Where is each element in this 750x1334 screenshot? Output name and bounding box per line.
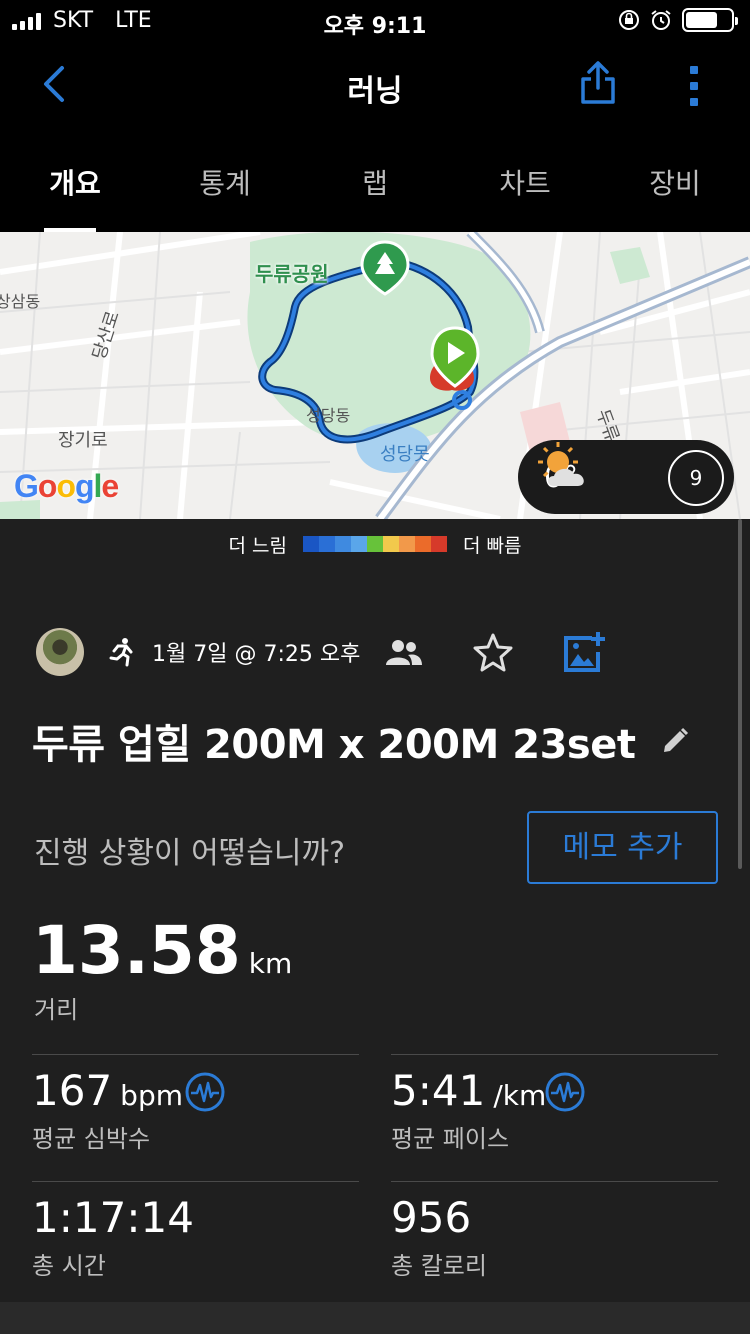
legend-fast-label: 더 빠름 — [463, 534, 522, 557]
map-label-road-bottom: 장기로 — [58, 430, 108, 451]
distance-label: 거리 — [34, 996, 79, 1024]
alarm-icon — [651, 10, 671, 30]
divider — [32, 1054, 359, 1055]
stat-heart-rate: 167 bpm 평균 심박수 — [32, 1066, 183, 1154]
legend-slow-label: 더 느림 — [228, 534, 287, 557]
divider — [391, 1181, 718, 1182]
activity-meta-row: 1월 7일 @ 7:25 오후 — [36, 626, 606, 678]
running-icon — [109, 638, 133, 667]
pace-chart-icon[interactable] — [544, 1071, 586, 1113]
tab-stats[interactable]: 통계 — [150, 132, 300, 232]
activity-datetime: 1월 7일 @ 7:25 오후 — [152, 642, 361, 667]
heart-rate-chart-icon[interactable] — [184, 1071, 226, 1113]
pace-color-swatch — [415, 536, 431, 552]
pace-color-swatch — [319, 536, 335, 552]
weather-widget: 0° 9 — [518, 440, 734, 514]
pace-color-swatch — [431, 536, 447, 552]
calories-label: 총 칼로리 — [391, 1252, 487, 1280]
pace-color-swatch — [399, 536, 415, 552]
pace-legend: 더 느림 더 빠름 — [0, 519, 750, 569]
pace-color-swatch — [335, 536, 351, 552]
tab-bar: 개요 통계 랩 차트 장비 — [0, 132, 750, 232]
battery-icon — [682, 8, 738, 32]
tab-charts[interactable]: 차트 — [450, 132, 600, 232]
bottom-panel — [0, 1302, 750, 1334]
add-memo-button[interactable]: 메모 추가 — [527, 811, 718, 884]
map-label-dong-center: 성당동 — [306, 406, 351, 425]
distance-unit: km — [248, 947, 293, 980]
route-map[interactable]: 두류공원 상삼동 당산로 성당동 장기로 성당못 두류 Google 0° 9 — [0, 232, 750, 519]
stat-total-time: 1:17:14 총 시간 — [32, 1193, 194, 1281]
pencil-icon[interactable] — [660, 726, 690, 756]
orientation-lock-icon — [619, 10, 639, 30]
pace-color-swatch — [383, 536, 399, 552]
pace-color-swatch — [351, 536, 367, 552]
map-label-park: 두류공원 — [255, 262, 329, 286]
memo-question: 진행 상황이 어떻습니까? — [34, 836, 345, 871]
stat-calories: 956 총 칼로리 — [391, 1193, 487, 1281]
google-logo-text: Google — [14, 468, 119, 504]
stat-pace: 5:41/km 평균 페이스 — [391, 1066, 546, 1154]
activity-title: 두류 업힐 200M x 200M 23set — [32, 722, 636, 768]
tab-gear[interactable]: 장비 — [600, 132, 750, 232]
google-logo: Google — [14, 468, 119, 505]
heart-rate-label: 평균 심박수 — [32, 1125, 151, 1153]
divider — [391, 1054, 718, 1055]
distance-value: 13.58 — [32, 912, 241, 989]
total-time-value: 1:17:14 — [32, 1193, 194, 1242]
activity-title-row: 두류 업힐 200M x 200M 23set — [32, 712, 722, 770]
page-title: 러닝 — [347, 74, 403, 109]
pace-color-swatch — [303, 536, 319, 552]
calories-value: 956 — [391, 1193, 472, 1242]
pace-color-bar — [303, 536, 447, 552]
pace-label: 평균 페이스 — [391, 1125, 510, 1153]
tab-overview[interactable]: 개요 — [0, 132, 150, 232]
pace-color-swatch — [367, 536, 383, 552]
scrollbar[interactable] — [738, 519, 742, 869]
map-label-pond: 성당못 — [380, 444, 430, 465]
add-photo-icon[interactable] — [562, 630, 606, 674]
share-icon[interactable] — [576, 60, 620, 106]
divider — [32, 1181, 359, 1182]
tab-laps[interactable]: 랩 — [300, 132, 450, 232]
group-icon[interactable] — [384, 637, 424, 667]
distance-value-row: 13.58 km — [32, 912, 292, 989]
pace-value: 5:41 — [391, 1066, 486, 1115]
avatar[interactable] — [36, 628, 84, 676]
heart-rate-value: 167 — [32, 1066, 113, 1115]
wind-speed-indicator: 9 — [668, 450, 724, 506]
star-icon[interactable] — [472, 632, 514, 672]
map-label-dong-left: 상삼동 — [0, 292, 41, 311]
nav-bar: 러닝 — [0, 42, 750, 132]
partly-cloudy-icon — [538, 442, 584, 486]
heart-rate-unit: bpm — [120, 1079, 183, 1112]
pace-unit: /km — [493, 1079, 547, 1112]
more-vertical-icon[interactable] — [680, 64, 708, 108]
status-bar: SKT LTE 오후 9:11 — [0, 0, 750, 42]
total-time-label: 총 시간 — [32, 1252, 106, 1280]
